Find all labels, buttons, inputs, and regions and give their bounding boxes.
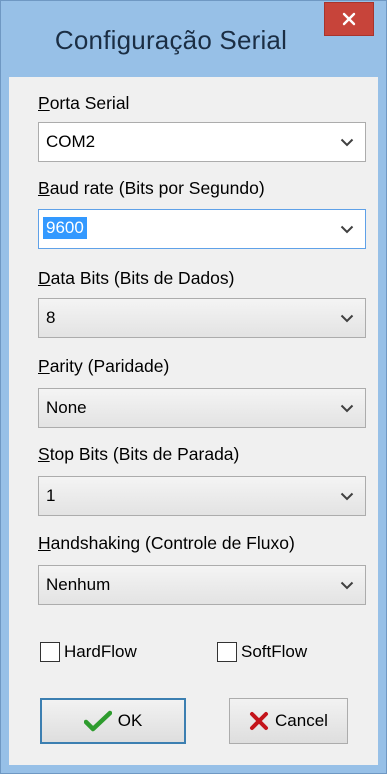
- x-icon: [250, 712, 269, 730]
- parity-combobox[interactable]: None: [38, 388, 366, 428]
- chevron-down-icon: [340, 138, 354, 147]
- chevron-down-icon: [340, 404, 354, 413]
- port-value: COM2: [46, 132, 96, 151]
- baud-rate-value[interactable]: 9600: [43, 217, 87, 239]
- softflow-checkbox-box[interactable]: [217, 642, 237, 662]
- close-icon: [342, 12, 356, 26]
- stop-bits-combobox[interactable]: 1: [38, 476, 366, 516]
- data-bits-value: 8: [46, 308, 56, 327]
- softflow-label: SoftFlow: [241, 642, 308, 661]
- baud-rate-combobox[interactable]: 9600: [38, 209, 366, 249]
- stop-bits-value: 1: [46, 486, 56, 505]
- port-label: Porta Serial: [38, 93, 130, 113]
- parity-label: Parity (Paridade): [38, 356, 170, 376]
- chevron-down-icon: [340, 225, 354, 234]
- handshaking-value: Nenhum: [46, 575, 111, 594]
- baud-rate-label: Baud rate (Bits por Segundo): [38, 178, 265, 198]
- ok-label: OK: [117, 711, 143, 730]
- window-title: Configuração Serial: [54, 25, 288, 55]
- cancel-button[interactable]: Cancel: [229, 698, 348, 744]
- chevron-down-icon: [340, 492, 354, 501]
- hardflow-label: HardFlow: [64, 642, 137, 661]
- close-button[interactable]: [324, 2, 374, 36]
- hardflow-checkbox[interactable]: HardFlow: [40, 642, 137, 662]
- checkmark-icon: [83, 710, 112, 732]
- data-bits-combobox[interactable]: 8: [38, 298, 366, 338]
- handshaking-combobox[interactable]: Nenhum: [38, 565, 366, 605]
- parity-value: None: [46, 398, 87, 417]
- title-bar[interactable]: Configuração Serial: [1, 1, 386, 81]
- chevron-down-icon: [340, 314, 354, 323]
- stop-bits-label: Stop Bits (Bits de Parada): [38, 444, 240, 464]
- ok-button[interactable]: OK: [40, 698, 186, 744]
- data-bits-label: Data Bits (Bits de Dados): [38, 268, 235, 288]
- dialog-window: Configuração Serial Porta Serial COM2 Ba…: [0, 0, 387, 774]
- softflow-checkbox[interactable]: SoftFlow: [217, 642, 307, 662]
- chevron-down-icon: [340, 581, 354, 590]
- cancel-label: Cancel: [275, 711, 328, 730]
- port-combobox[interactable]: COM2: [38, 122, 366, 162]
- hardflow-checkbox-box[interactable]: [40, 642, 60, 662]
- handshaking-label: Handshaking (Controle de Fluxo): [38, 533, 295, 553]
